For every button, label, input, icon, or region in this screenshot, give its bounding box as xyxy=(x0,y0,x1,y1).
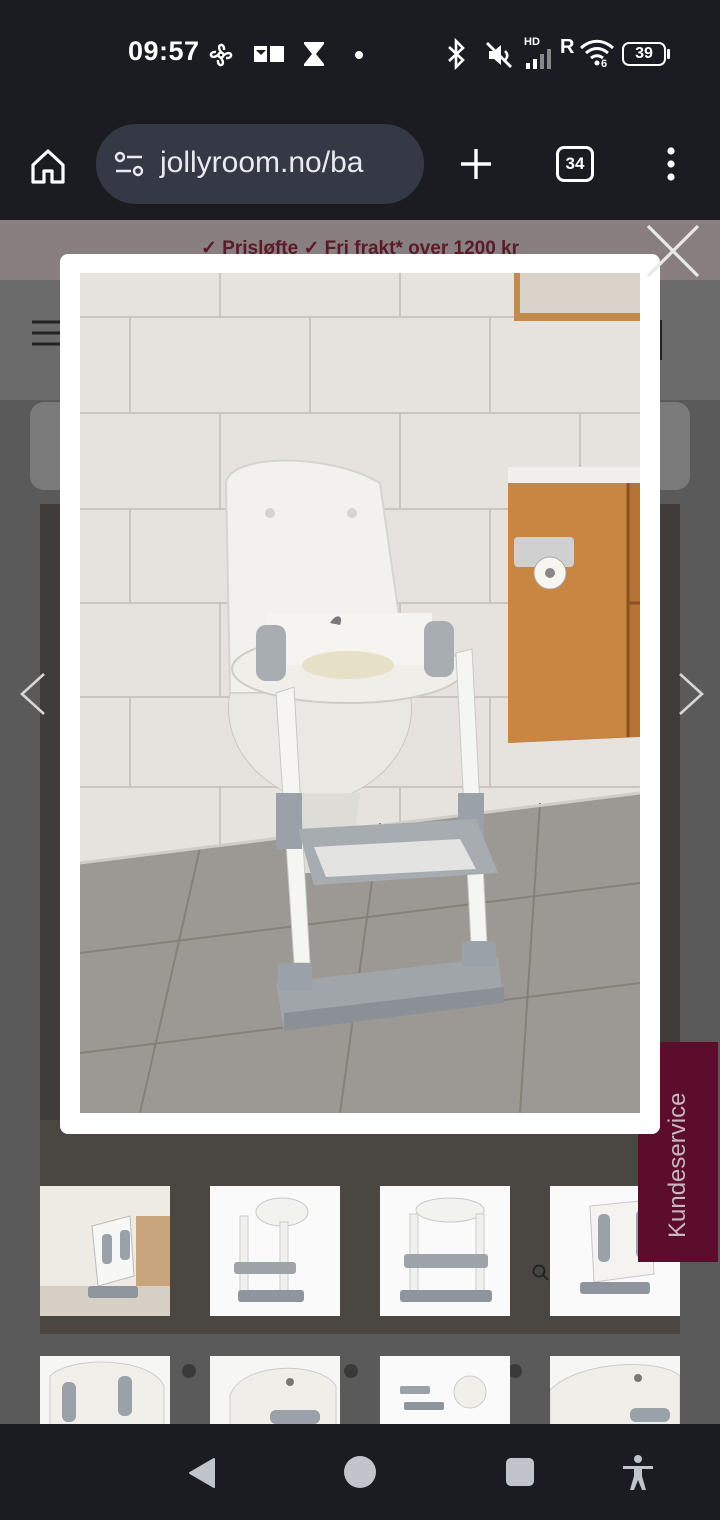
thumb-5[interactable] xyxy=(40,1356,170,1424)
carousel-dot[interactable] xyxy=(508,1364,522,1378)
mute-icon xyxy=(486,42,512,68)
system-nav-bar xyxy=(0,1424,720,1520)
thumb-3[interactable] xyxy=(380,1186,510,1316)
home-icon[interactable] xyxy=(28,146,68,186)
hd-label: HD xyxy=(524,36,540,48)
thumb-7[interactable] xyxy=(380,1356,510,1424)
tabs-button[interactable]: 34 xyxy=(556,146,594,182)
recents-icon[interactable] xyxy=(504,1456,536,1488)
url-text[interactable]: jollyroom.no/ba xyxy=(160,146,363,180)
thumb-8[interactable] xyxy=(550,1356,680,1424)
thumb-6[interactable] xyxy=(210,1356,340,1424)
back-icon[interactable] xyxy=(186,1456,218,1490)
kundeservice-label: Kundeservice xyxy=(664,1092,691,1238)
new-tab-icon[interactable] xyxy=(458,146,494,182)
fan-icon xyxy=(209,43,233,67)
address-bar[interactable]: jollyroom.no/ba xyxy=(96,124,424,204)
wifi-sub: 6 xyxy=(601,58,608,70)
thumb-1[interactable] xyxy=(40,1186,170,1316)
screen: 09:57 HD R 6 39 jollyroom.no/ba 34 ✓ Pri… xyxy=(0,0,720,1520)
dot-icon xyxy=(355,51,363,59)
thumb-2[interactable] xyxy=(210,1186,340,1316)
signal-icon xyxy=(526,49,551,69)
wifi-icon xyxy=(579,39,615,66)
carousel-dot[interactable] xyxy=(182,1364,196,1378)
notification-icon xyxy=(254,46,284,62)
zoom-icon[interactable] xyxy=(532,1264,550,1282)
site-settings-icon[interactable] xyxy=(114,150,144,178)
more-menu-icon[interactable] xyxy=(664,146,678,182)
status-bar: 09:57 HD R 6 39 xyxy=(0,0,720,110)
bluetooth-icon xyxy=(448,38,465,70)
chevron-right-icon[interactable] xyxy=(672,672,708,716)
close-icon[interactable] xyxy=(644,222,702,280)
tab-count: 34 xyxy=(565,154,585,173)
battery-icon: 39 xyxy=(622,42,666,66)
status-time: 09:57 xyxy=(128,36,200,66)
lightbox-image xyxy=(80,273,640,1113)
carousel-dot[interactable] xyxy=(344,1364,358,1378)
accessibility-icon[interactable] xyxy=(620,1454,656,1492)
hamburger-menu-icon[interactable] xyxy=(32,320,62,346)
home-circle-icon[interactable] xyxy=(342,1454,378,1490)
network-type: R xyxy=(560,36,575,58)
battery-tip xyxy=(667,49,670,59)
hourglass-icon xyxy=(304,42,324,66)
battery-level: 39 xyxy=(635,45,653,62)
chevron-left-icon[interactable] xyxy=(16,672,52,716)
